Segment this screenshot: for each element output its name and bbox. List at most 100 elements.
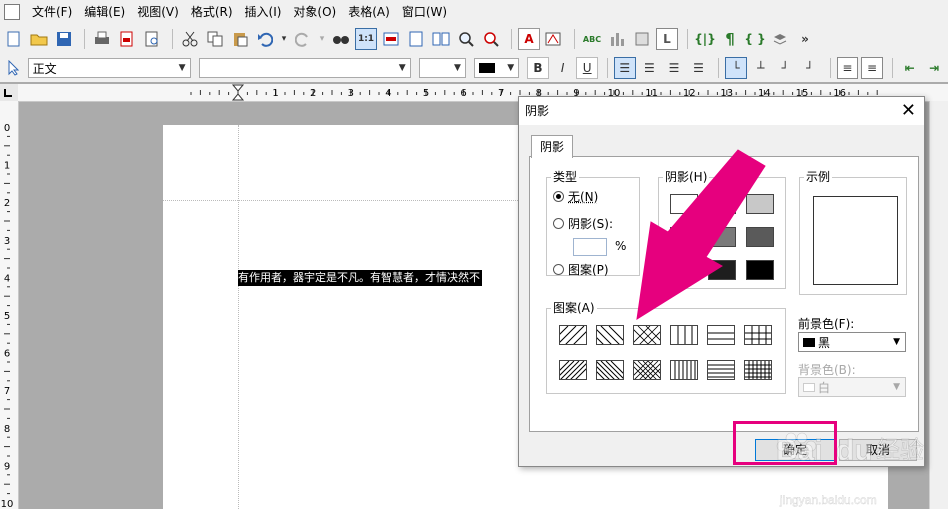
shade-swatch[interactable]: [708, 260, 736, 280]
menu-edit[interactable]: 编辑(E): [78, 0, 131, 24]
ruler-corner[interactable]: [0, 84, 19, 101]
sample-group-title: 示例: [804, 169, 833, 185]
layers-icon[interactable]: [769, 28, 791, 50]
more-tools-icon[interactable]: »: [794, 28, 816, 50]
pattern-swatch[interactable]: [744, 325, 772, 345]
paste-icon[interactable]: [229, 28, 251, 50]
type-shadow-radio[interactable]: 阴影(S):: [553, 215, 613, 232]
menu-object[interactable]: 对象(O): [287, 0, 342, 24]
align-center-icon[interactable]: ☰: [639, 57, 661, 79]
shade-swatch[interactable]: [746, 194, 774, 214]
object-icon[interactable]: { }: [744, 28, 766, 50]
tab-left-icon[interactable]: └: [725, 57, 747, 79]
bullet-list-icon[interactable]: ≡: [836, 57, 859, 79]
font-size-select[interactable]: ▼: [418, 58, 466, 78]
print-icon[interactable]: [91, 28, 113, 50]
shade-swatch[interactable]: [746, 227, 774, 247]
italic-icon[interactable]: I: [552, 57, 574, 79]
ruler-label: 1: [4, 161, 10, 172]
font-color-select[interactable]: ▼: [473, 58, 520, 78]
type-none-label: 无(N): [568, 190, 599, 204]
shade-swatch[interactable]: [670, 227, 698, 247]
margin-guide: [238, 125, 239, 509]
zoom-percent-icon[interactable]: [480, 28, 502, 50]
pattern-swatch[interactable]: [707, 360, 735, 380]
menu-window[interactable]: 窗口(W): [396, 0, 453, 24]
pattern-swatch[interactable]: [744, 360, 772, 380]
increase-indent-icon[interactable]: ⇥: [923, 57, 945, 79]
menu-insert[interactable]: 插入(I): [239, 0, 288, 24]
pattern-swatch[interactable]: [559, 360, 587, 380]
pattern-swatch[interactable]: [559, 325, 587, 345]
chevron-down-icon[interactable]: ▾: [279, 28, 289, 50]
bracket-icon[interactable]: {|}: [694, 28, 716, 50]
zoom-icon[interactable]: [455, 28, 477, 50]
shade-swatch[interactable]: [708, 194, 736, 214]
pattern-swatch[interactable]: [596, 360, 624, 380]
pattern-swatch[interactable]: [670, 360, 698, 380]
shade-swatch[interactable]: [708, 227, 736, 247]
undo-icon[interactable]: [254, 28, 276, 50]
font-color-icon[interactable]: A: [518, 28, 540, 50]
export-pdf-icon[interactable]: [116, 28, 138, 50]
shade-swatch[interactable]: [670, 260, 698, 280]
type-none-radio[interactable]: 无(N): [553, 188, 598, 205]
decrease-indent-icon[interactable]: ⇤: [899, 57, 921, 79]
ruler-label: 8: [4, 424, 10, 435]
underline-icon[interactable]: U: [576, 57, 598, 79]
bold-icon[interactable]: B: [527, 57, 549, 79]
two-pages-icon[interactable]: [430, 28, 452, 50]
pointer-icon[interactable]: [3, 57, 25, 79]
type-shadow-label: 阴影(S):: [568, 217, 614, 231]
type-pattern-radio[interactable]: 图案(P): [553, 261, 609, 278]
pattern-swatch[interactable]: [596, 325, 624, 345]
menu-table[interactable]: 表格(A): [342, 0, 396, 24]
ruler-label: 5: [4, 311, 10, 322]
vertical-ruler[interactable]: 0 1 2 3 4 5 6 7 8 9 10: [0, 101, 19, 509]
selected-text[interactable]: 有作用者，器宇定是不凡。有智慧者，才情决然不: [238, 270, 482, 286]
frame-icon[interactable]: [631, 28, 653, 50]
align-justify-icon[interactable]: ☰: [688, 57, 710, 79]
new-document-icon[interactable]: [3, 28, 25, 50]
numbered-list-icon[interactable]: ≡: [861, 57, 883, 79]
pattern-swatch[interactable]: [670, 325, 698, 345]
menu-format[interactable]: 格式(R): [185, 0, 239, 24]
foreground-color-select[interactable]: 黑 ▼: [798, 332, 906, 352]
save-icon[interactable]: [53, 28, 75, 50]
tab-right-icon[interactable]: ┘: [774, 57, 796, 79]
type-pattern-label: 图案(P): [568, 263, 609, 277]
shadow-percent-input[interactable]: [573, 238, 607, 256]
open-folder-icon[interactable]: [28, 28, 50, 50]
spell-check-icon[interactable]: ABC: [581, 28, 603, 50]
tab-decimal-icon[interactable]: ┘: [799, 57, 821, 79]
chart-icon[interactable]: [606, 28, 628, 50]
align-left-icon[interactable]: ☰: [613, 57, 636, 79]
cut-icon[interactable]: [179, 28, 201, 50]
radio-dot: [553, 264, 564, 275]
menu-file[interactable]: 文件(F): [26, 0, 78, 24]
font-name-select[interactable]: ▼: [198, 58, 411, 78]
tab-center-icon[interactable]: ┴: [750, 57, 772, 79]
ruler-label: 3: [348, 88, 354, 99]
underline-color-icon[interactable]: [543, 28, 565, 50]
find-icon[interactable]: [330, 28, 352, 50]
whole-page-icon[interactable]: [405, 28, 427, 50]
shade-swatch[interactable]: [746, 260, 774, 280]
pattern-swatch[interactable]: [633, 325, 661, 345]
close-icon[interactable]: ✕: [901, 100, 916, 122]
pattern-swatch[interactable]: [633, 360, 661, 380]
paragraph-icon[interactable]: ¶: [719, 28, 741, 50]
actual-size-icon[interactable]: 1:1: [355, 28, 377, 50]
text-box-icon[interactable]: L: [656, 28, 678, 50]
baidu-watermark: Bai du 经验 jingyan.baidu.com: [776, 432, 924, 507]
menu-view[interactable]: 视图(V): [131, 0, 185, 24]
print-preview-icon[interactable]: [141, 28, 163, 50]
pattern-swatch[interactable]: [707, 325, 735, 345]
shade-swatch[interactable]: [670, 194, 698, 214]
page-width-icon[interactable]: [380, 28, 402, 50]
copy-icon[interactable]: [204, 28, 226, 50]
ruler-label: 6: [4, 349, 10, 360]
tab-shading[interactable]: 阴影: [531, 135, 573, 158]
paragraph-style-select[interactable]: 正文 ▼: [27, 58, 191, 78]
align-right-icon[interactable]: ☰: [663, 57, 685, 79]
